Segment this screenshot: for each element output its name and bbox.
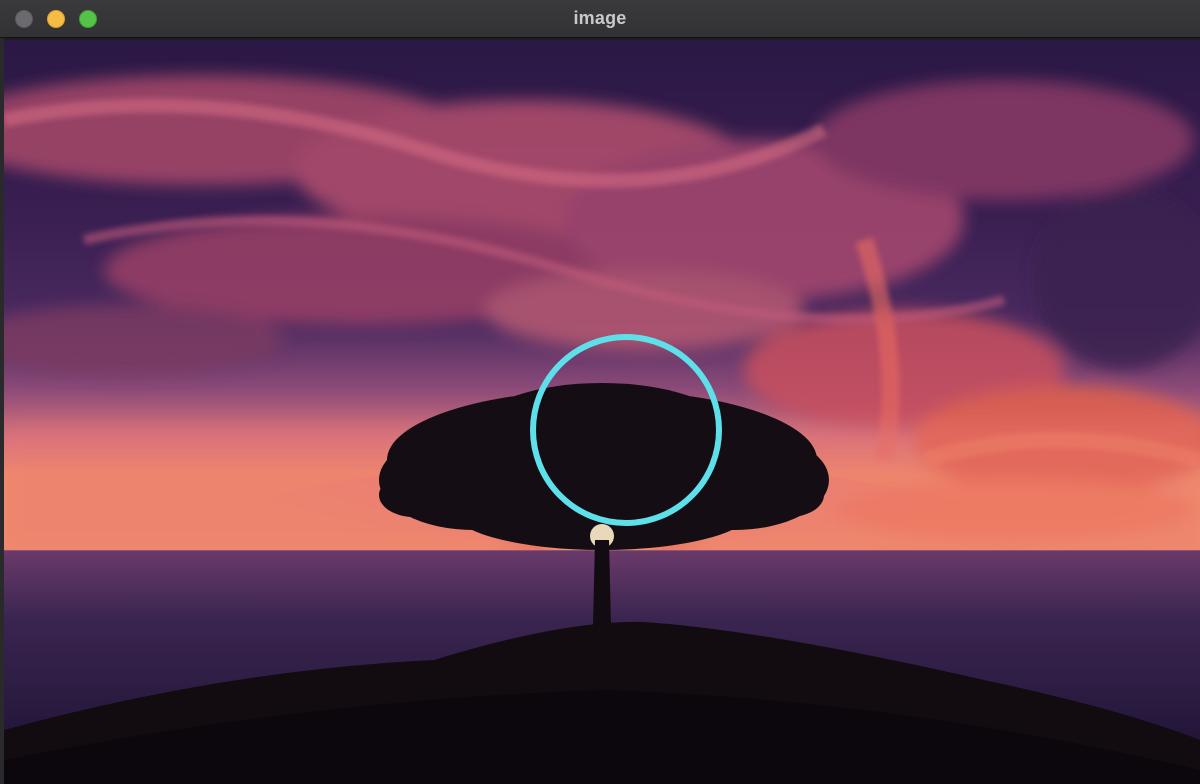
image-display: [4, 40, 1200, 784]
tree-trunk: [593, 540, 611, 625]
image-canvas[interactable]: [4, 40, 1200, 784]
window-title: image: [573, 8, 627, 28]
image-window: image: [0, 0, 1200, 784]
title-bar[interactable]: image: [0, 0, 1200, 38]
